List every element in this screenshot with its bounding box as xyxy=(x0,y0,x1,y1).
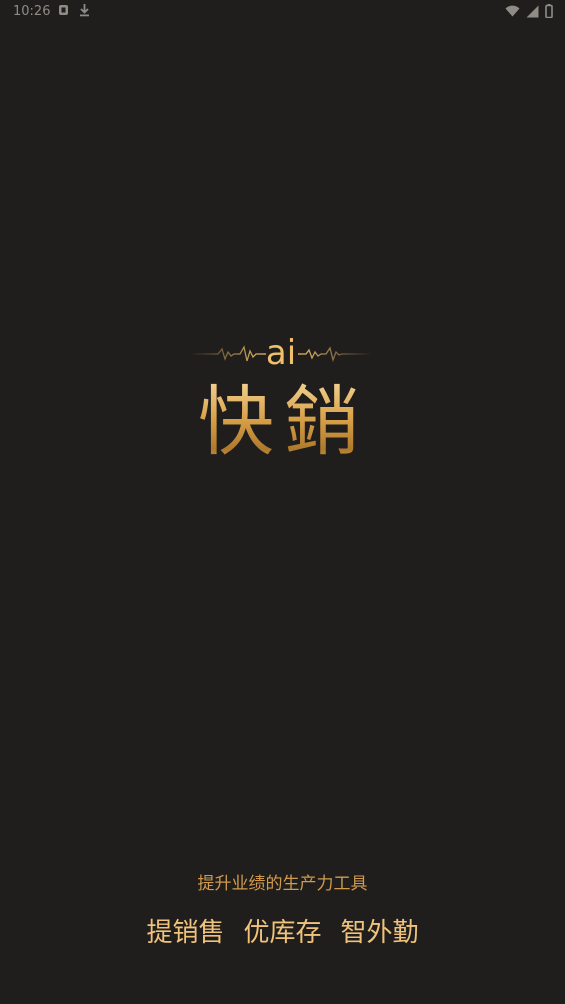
logo-brand-name: 快銷 xyxy=(190,377,372,467)
feature-field-work: 智外勤 xyxy=(340,918,419,948)
feature-inventory: 优库存 xyxy=(243,918,322,948)
splash-screen: 10:26 ai 快銷 提升业绩的生产力工具 提销售 优库存 智外勤 xyxy=(0,0,565,1004)
status-bar: 10:26 xyxy=(0,0,565,24)
download-icon xyxy=(80,4,89,17)
signal-icon xyxy=(526,5,539,17)
app-logo: ai 快銷 xyxy=(190,333,372,468)
logo-ai-text: ai xyxy=(265,333,297,373)
status-icons-right xyxy=(505,4,553,18)
battery-icon xyxy=(545,4,553,18)
feature-sales: 提销售 xyxy=(146,918,225,948)
tagline: 提升业绩的生产力工具 xyxy=(197,874,368,894)
feature-list: 提销售 优库存 智外勤 xyxy=(0,914,565,952)
notification-icon xyxy=(59,5,68,15)
wifi-icon xyxy=(505,5,520,17)
status-time: 10:26 xyxy=(13,4,51,19)
